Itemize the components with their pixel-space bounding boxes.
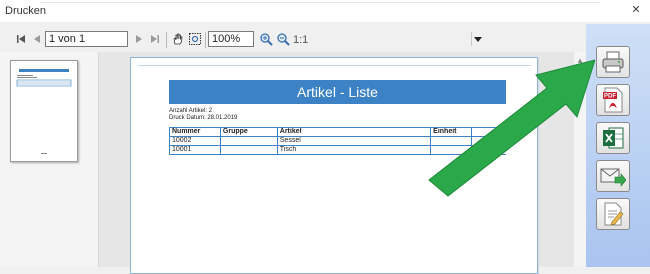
close-icon[interactable]: ✕: [628, 5, 644, 16]
zoom-select[interactable]: 100%: [208, 31, 645, 47]
pdf-badge: PDF: [604, 94, 616, 100]
page-select[interactable]: 1 von 1: [45, 31, 482, 47]
background-window-edge: [40, 0, 600, 3]
print-button[interactable]: [596, 46, 630, 78]
window-title: Drucken: [5, 5, 46, 17]
toolbar-separator: [166, 32, 167, 48]
select-tool-icon[interactable]: [187, 31, 203, 47]
print-preview-toolbar: 1 von 1 100% 1:1: [0, 28, 645, 52]
excel-icon: [603, 127, 624, 149]
page-select-value: 1 von 1: [49, 33, 86, 45]
page-thumbnail-panel: [0, 52, 99, 267]
table-cell: Tisch: [276, 145, 432, 155]
table-cell: [219, 145, 278, 155]
annotation-arrow: [428, 59, 595, 197]
export-panel: PDF: [586, 24, 650, 267]
pdf-icon: PDF: [603, 87, 623, 113]
zoom-in-icon[interactable]: [258, 31, 274, 47]
window-title-bar: Drucken ✕: [0, 0, 650, 22]
table-cell: 10001: [169, 145, 221, 155]
last-page-icon[interactable]: [147, 31, 163, 47]
send-email-button[interactable]: [596, 160, 630, 192]
mail-send-icon: [600, 168, 626, 187]
column-header: Gruppe: [219, 127, 278, 137]
table-cell: Sessel: [276, 136, 432, 146]
printer-icon: [602, 51, 624, 73]
export-pdf-button[interactable]: PDF: [596, 84, 630, 116]
actual-size-button[interactable]: 1:1: [293, 34, 308, 46]
chevron-down-icon[interactable]: [471, 32, 484, 46]
column-header: Artikel: [276, 127, 432, 137]
previous-page-icon[interactable]: [29, 31, 45, 47]
article-count: Anzahl Artikel: 2: [169, 108, 213, 114]
table-cell: 10002: [169, 136, 221, 146]
column-header: Nummer: [169, 127, 221, 137]
hand-tool-icon[interactable]: [170, 31, 186, 47]
edit-document-icon: [604, 202, 624, 226]
thumbnail-scrollbar[interactable]: [86, 52, 98, 267]
export-excel-button[interactable]: [596, 122, 630, 154]
table-cell: [219, 136, 278, 146]
edit-report-button[interactable]: [596, 198, 630, 230]
print-date: Druck Datum: 28.01.2019: [169, 115, 238, 121]
first-page-icon[interactable]: [13, 31, 29, 47]
zoom-out-icon[interactable]: [275, 31, 291, 47]
page-thumbnail[interactable]: [10, 60, 78, 162]
zoom-select-value: 100%: [212, 33, 241, 45]
toolbar-separator: [205, 32, 206, 48]
next-page-icon[interactable]: [131, 31, 147, 47]
